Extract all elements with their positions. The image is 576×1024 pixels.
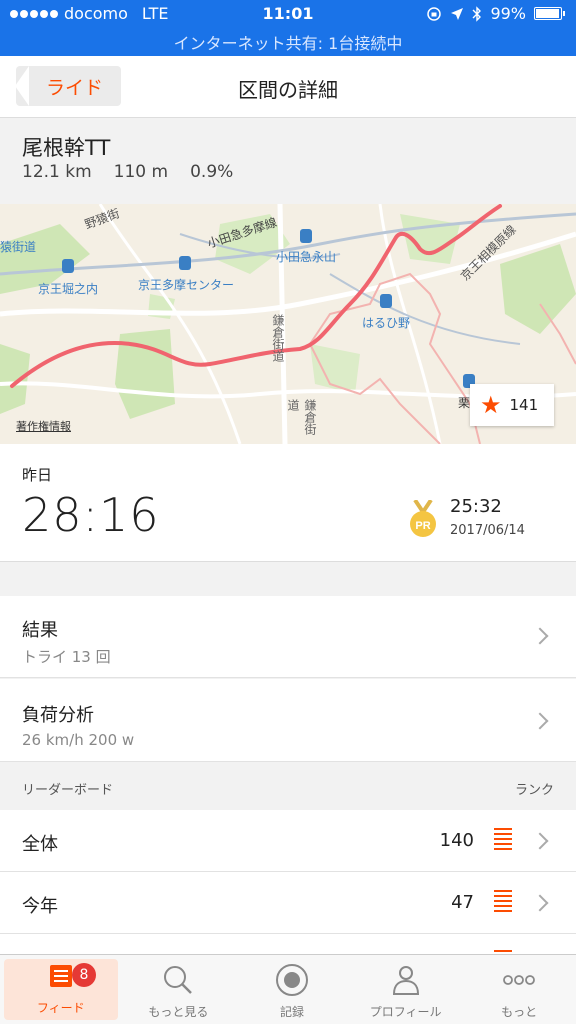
pr-medal-icon: PR — [410, 500, 436, 537]
pr-date: 2017/06/14 — [450, 523, 525, 538]
record-icon — [275, 963, 309, 997]
tab-label: フィード — [36, 1001, 85, 1015]
leaderboard-row-this-year[interactable]: 今年 47 — [0, 872, 576, 934]
leaderboard-header: リーダーボード ランク — [0, 762, 576, 810]
results-row[interactable]: 結果 トライ 13 回 — [0, 596, 576, 678]
results-title: 結果 — [22, 620, 58, 641]
leaderboard-row-label: 全体 — [22, 834, 58, 855]
effort-time: 28:16 — [22, 488, 160, 542]
rank-bars-icon — [494, 950, 512, 952]
results-subtitle: トライ 13 回 — [22, 648, 111, 666]
segment-elevation: 110 m — [113, 162, 169, 182]
chevron-right-icon — [531, 832, 549, 850]
effort-date-label: 昨日 — [22, 466, 53, 484]
pr-time: 25:32 — [450, 496, 502, 517]
power-analysis-title: 負荷分析 — [22, 705, 94, 726]
map-label-odakyu-nagayama: 小田急永山 — [276, 250, 337, 264]
map-label-harumino: はるひ野 — [362, 316, 411, 330]
leaderboard-row-rank: 47 — [451, 892, 474, 913]
rank-bars-icon — [494, 890, 512, 912]
leaderboard-row-label: 今年 — [22, 896, 58, 917]
rank-header-label: ランク — [514, 783, 554, 798]
page-title: 区間の詳細 — [238, 78, 338, 102]
battery-icon — [534, 7, 565, 20]
tab-label: 記録 — [279, 1005, 304, 1019]
tab-feed[interactable]: 8 フィード — [4, 959, 118, 1020]
chevron-right-icon — [531, 894, 549, 912]
battery-percent: 99% — [490, 4, 526, 23]
tab-label: もっと見る — [148, 1005, 209, 1019]
segment-distance: 12.1 km — [22, 162, 92, 182]
nav-bar: ライド 区間の詳細 — [0, 56, 576, 118]
notification-badge: 8 — [72, 963, 96, 987]
location-icon — [451, 7, 464, 20]
tab-more[interactable]: もっと — [462, 955, 576, 1024]
chevron-right-icon — [531, 712, 549, 730]
power-analysis-subtitle: 26 km/h 200 w — [22, 731, 135, 749]
map-label-kaido: 猿街道 — [0, 240, 37, 254]
bluetooth-icon — [472, 5, 482, 22]
map-copyright-link[interactable]: 著作権情報 — [16, 418, 71, 434]
leaderboard-header-label: リーダーボード — [22, 783, 114, 798]
map-label-keio-horinouchi: 京王堀之内 — [38, 282, 99, 296]
orientation-lock-icon — [427, 6, 442, 21]
leaderboard-row-rank: 140 — [439, 830, 474, 851]
segment-stats: 12.1 km 110 m 0.9% — [22, 162, 233, 182]
map-rank-value: 141 — [509, 396, 539, 414]
tab-profile[interactable]: プロフィール — [349, 955, 463, 1024]
leaderboard-row-overall[interactable]: 全体 140 — [0, 810, 576, 872]
map-rank-badge[interactable]: ★ 141 — [470, 384, 554, 426]
tab-label: もっと — [501, 1005, 538, 1019]
tab-explore[interactable]: もっと見る — [122, 955, 236, 1024]
segment-name: 尾根幹TT — [22, 136, 111, 160]
tab-bar: 8 フィード もっと見る 記録 プロフィール もっと — [0, 954, 576, 1024]
map-label-keio-tama-center: 京王多摩センター — [138, 278, 235, 292]
segment-map[interactable]: 猿街道 野猿街 小田急多摩線 小田急永山 京王堀之内 京王多摩センター はるひ野… — [0, 204, 576, 444]
tab-label: プロフィール — [369, 1005, 442, 1019]
pr-badge-text: PR — [415, 520, 430, 532]
profile-icon — [389, 963, 423, 997]
map-label-kamakura-kaido-2: 鎌倉街道 — [286, 399, 317, 435]
search-icon — [161, 963, 195, 997]
chevron-right-icon — [531, 627, 549, 645]
status-bar: docomo LTE 11:01 99% インターネット共有: 1台接続中 — [0, 0, 576, 56]
star-icon: ★ — [480, 391, 502, 419]
hotspot-banner[interactable]: インターネット共有: 1台接続中 — [0, 30, 576, 54]
power-analysis-row[interactable]: 負荷分析 26 km/h 200 w — [0, 679, 576, 762]
segment-grade: 0.9% — [190, 162, 234, 182]
map-label-kuri: 栗 — [458, 396, 471, 410]
more-icon — [502, 963, 536, 997]
tab-record[interactable]: 記録 — [235, 955, 349, 1024]
effort-summary: 昨日 28:16 PR 25:32 2017/06/14 — [0, 444, 576, 562]
segment-header: 尾根幹TT 12.1 km 110 m 0.9% — [0, 118, 576, 204]
map-label-kamakura-kaido-1: 鎌倉街道 — [271, 314, 285, 362]
rank-bars-icon — [494, 828, 512, 850]
